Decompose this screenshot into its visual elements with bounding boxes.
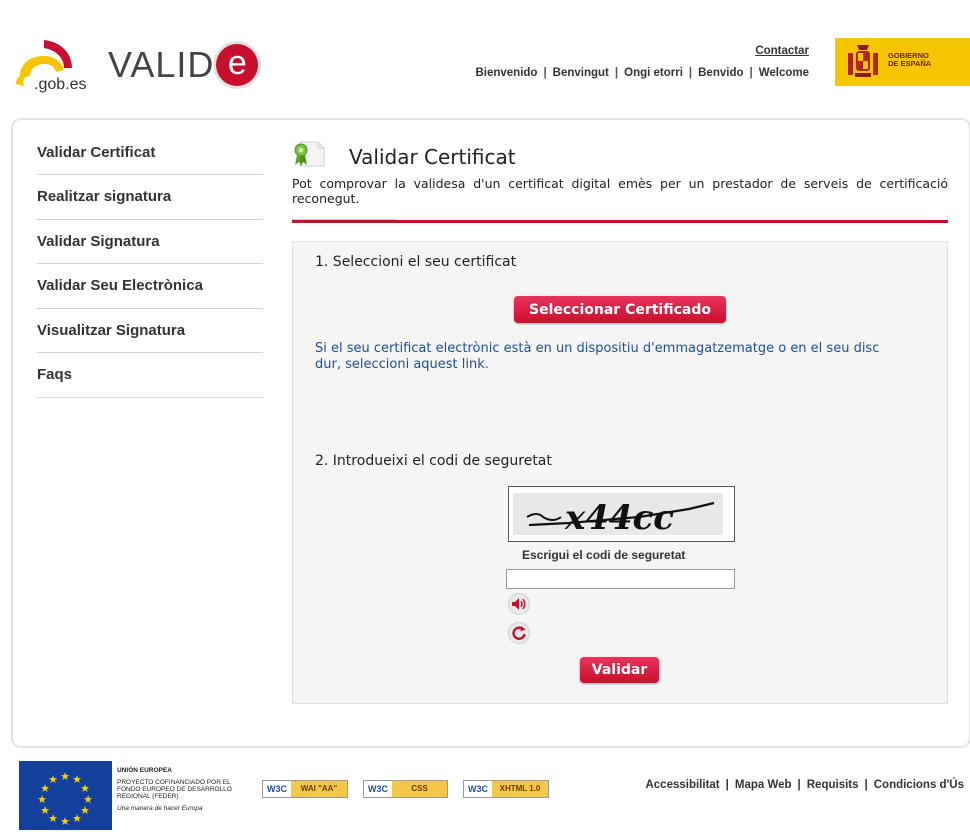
- sidebar-item-validar-certificat[interactable]: Validar Certificat: [37, 131, 263, 175]
- footer-separator: |: [864, 779, 868, 791]
- gobierno-espana-logo[interactable]: GOBIERNO DE ESPAÑA: [835, 38, 970, 86]
- valide-logo-e: e: [216, 44, 259, 86]
- footer-link-requisits[interactable]: Requisits: [807, 779, 859, 791]
- footer-link-mapa-web[interactable]: Mapa Web: [735, 779, 792, 791]
- w3c-css-badge[interactable]: W3C CSS: [363, 780, 448, 798]
- sidebar-item-realitzar-signatura[interactable]: Realitzar signatura: [37, 175, 263, 220]
- gobierno-espana-text: GOBIERNO DE ESPAÑA: [888, 52, 931, 68]
- lang-separator: |: [614, 67, 619, 79]
- contact-link[interactable]: Contactar: [755, 45, 809, 57]
- captcha-text: x44cc: [564, 498, 674, 538]
- badge-label: CSS: [392, 781, 447, 797]
- eu-heading: UNIÓN EUROPEA: [117, 767, 172, 774]
- badge-label: XHTML 1.0: [492, 781, 548, 797]
- captcha-input[interactable]: [506, 569, 735, 589]
- footer-separator: |: [725, 779, 729, 791]
- lang-link-eu[interactable]: Ongi etorri: [624, 67, 683, 79]
- page-title: Validar Certificat: [349, 145, 516, 169]
- footer-links: Accessibilitat | Mapa Web | Requisits | Condic…: [645, 779, 964, 791]
- lang-link-en[interactable]: Welcome: [759, 67, 809, 79]
- footer-link-condicions[interactable]: Condicions d'Ús: [874, 779, 964, 791]
- captcha-image: x44cc: [508, 486, 735, 542]
- validate-button[interactable]: Validar: [580, 657, 659, 683]
- footer-separator: |: [797, 779, 801, 791]
- sidebar-item-visualitzar-signatura[interactable]: Visualitzar Signatura: [37, 309, 263, 353]
- page-description: Pot comprovar la validesa d'un certifica…: [292, 176, 948, 206]
- lang-link-ca[interactable]: Benvingut: [553, 67, 609, 79]
- audio-captcha-icon[interactable]: [508, 593, 530, 615]
- language-bar: Bienvenido | Benvingut | Ongi etorri | Benvido…: [475, 67, 809, 79]
- gov-text-line: DE ESPAÑA: [888, 59, 932, 68]
- svg-text:★: ★: [60, 770, 70, 783]
- sidebar-nav: Validar Certificat Realitzar signatura V…: [37, 131, 263, 398]
- w3c-mark: W3C: [464, 781, 492, 797]
- badge-label: WAI "AA": [291, 781, 347, 797]
- w3c-mark: W3C: [263, 781, 291, 797]
- refresh-captcha-icon[interactable]: [508, 622, 530, 644]
- w3c-wai-aa-badge[interactable]: W3C WAI "AA": [262, 780, 348, 798]
- svg-text:★: ★: [48, 773, 58, 786]
- sidebar-item-faqs[interactable]: Faqs: [37, 353, 263, 398]
- certificate-file-link[interactable]: Si el seu certificat electrònic està en …: [315, 341, 905, 373]
- lang-link-gl[interactable]: Benvido: [698, 67, 743, 79]
- lang-separator: |: [749, 67, 753, 79]
- lang-separator: |: [688, 67, 693, 79]
- captcha-instruction: Escrigui el codi de seguretat: [522, 548, 686, 562]
- eu-slogan: Una manera de hacer Europa: [117, 805, 203, 812]
- w3c-xhtml-badge[interactable]: W3C XHTML 1.0: [463, 780, 549, 798]
- gob-es-text: .gob.es: [34, 76, 87, 93]
- eu-funding-text: UNIÓN EUROPEA PROYECTO COFINANCIADO POR …: [117, 767, 247, 812]
- step2-label: 2. Introdueixi el codi de seguretat: [315, 453, 552, 469]
- valide-logo-text: VALID: [108, 44, 215, 85]
- eu-flag-icon: ★ ★ ★ ★ ★ ★ ★ ★ ★ ★ ★ ★: [19, 761, 112, 830]
- captcha-graphic: x44cc: [509, 487, 734, 541]
- lang-link-es[interactable]: Bienvenido: [475, 67, 537, 79]
- w3c-mark: W3C: [364, 781, 392, 797]
- gob-es-logo[interactable]: .gob.es: [14, 36, 104, 96]
- svg-text:★: ★: [72, 812, 82, 825]
- sidebar-item-validar-seu-electronica[interactable]: Validar Seu Electrònica: [37, 264, 263, 309]
- certificate-icon: [294, 141, 325, 167]
- eu-project-text: PROYECTO COFINANCIADO POR EL FONDO EUROP…: [117, 779, 232, 800]
- lang-separator: |: [543, 67, 547, 79]
- select-certificate-button[interactable]: Seleccionar Certificado: [514, 296, 726, 323]
- step1-label: 1. Seleccioni el seu certificat: [315, 254, 517, 270]
- footer-link-accessibilitat[interactable]: Accessibilitat: [645, 779, 719, 791]
- valide-logo[interactable]: VALID e: [108, 44, 259, 86]
- svg-text:★: ★: [60, 815, 70, 828]
- title-divider: [292, 220, 948, 223]
- spain-crest-icon: [848, 45, 878, 77]
- sidebar-item-validar-signatura[interactable]: Validar Signatura: [37, 220, 263, 264]
